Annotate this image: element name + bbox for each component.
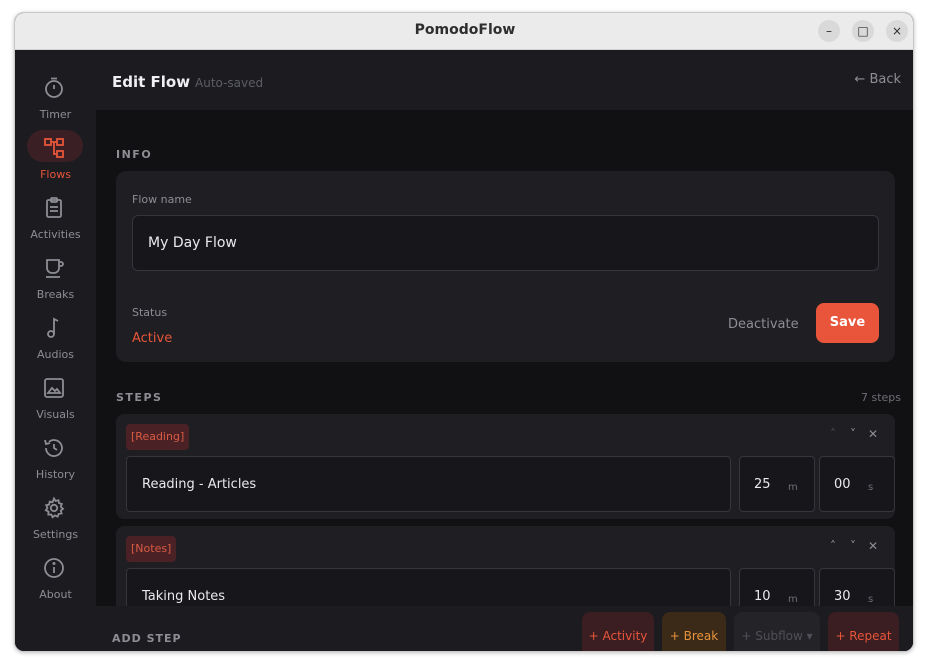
sidebar-item-visuals[interactable]: Visuals [15, 370, 96, 430]
sidebar-nav: Timer Flows Activities Breaks Audios Vis… [15, 50, 96, 651]
step-name-value: Reading - Articles [142, 477, 257, 492]
page-header: Edit Flow Auto-saved ← Back [96, 50, 913, 110]
sidebar-item-timer[interactable]: Timer [15, 70, 96, 130]
flows-icon [44, 138, 64, 158]
steps-section-label: STEPS [116, 391, 163, 404]
move-up-button[interactable]: ˄ [823, 539, 843, 553]
sidebar-item-settings[interactable]: Settings [15, 490, 96, 550]
cup-icon [46, 259, 64, 278]
seconds-input[interactable]: 00 s [819, 456, 895, 512]
minutes-unit: m [788, 482, 798, 493]
sidebar-item-history[interactable]: History [15, 430, 96, 490]
sidebar-item-label: Breaks [36, 288, 75, 301]
info-section-label: INFO [116, 148, 153, 161]
remove-step-button[interactable]: ✕ [863, 539, 883, 553]
maximize-button[interactable]: □ [852, 20, 874, 42]
arrow-left-icon: ← [854, 72, 866, 87]
info-card: Flow name My Day Flow Status Active Deac… [116, 171, 895, 362]
sidebar-item-label: About [39, 588, 72, 601]
sidebar-item-activities[interactable]: Activities [15, 190, 96, 250]
window-title: PomodoFlow [414, 22, 516, 38]
flow-name-input[interactable]: My Day Flow [132, 215, 879, 271]
move-down-button[interactable]: ˅ [843, 539, 863, 553]
steps-count: 7 steps [860, 391, 901, 404]
history-icon [44, 439, 63, 457]
autosave-status: Auto-saved [195, 76, 264, 90]
minutes-unit: m [788, 594, 798, 605]
move-up-button[interactable]: ˄ [823, 427, 843, 441]
flow-name-value: My Day Flow [148, 235, 237, 251]
back-button[interactable]: ← Back [854, 72, 901, 87]
sidebar-item-about[interactable]: About [15, 550, 96, 610]
step-controls: ˄ ˅ ✕ [823, 427, 883, 441]
sidebar-item-label: Timer [39, 108, 72, 121]
page-title: Edit Flow [112, 73, 191, 91]
flow-name-label: Flow name [132, 193, 192, 206]
image-icon [44, 378, 64, 398]
timer-icon [45, 77, 63, 98]
seconds-value: 30 [834, 589, 851, 604]
back-label: Back [869, 72, 901, 87]
deactivate-button[interactable]: Deactivate [728, 317, 799, 332]
sidebar-item-label: Flows [40, 168, 71, 181]
sidebar-item-label: Activities [30, 228, 81, 241]
step-tag: [Reading] [126, 424, 190, 450]
sidebar-item-breaks[interactable]: Breaks [15, 250, 96, 310]
sidebar-item-label: Settings [32, 528, 79, 541]
main-panel: Edit Flow Auto-saved ← Back INFO Flow na… [96, 50, 913, 651]
seconds-unit: s [868, 594, 874, 605]
sidebar-item-label: Visuals [36, 408, 75, 421]
sidebar-item-label: History [35, 468, 76, 481]
move-down-button[interactable]: ˅ [843, 427, 863, 441]
info-icon [44, 558, 64, 578]
app-window: PomodoFlow – □ × Timer Flows Activities [14, 12, 914, 652]
add-break-button[interactable]: + Break [662, 612, 726, 651]
seconds-value: 00 [834, 477, 851, 492]
sidebar-item-label: Audios [37, 348, 74, 361]
add-step-label: ADD STEP [112, 632, 182, 645]
status-value: Active [132, 331, 173, 346]
add-repeat-button[interactable]: + Repeat [828, 612, 899, 651]
remove-step-button[interactable]: ✕ [863, 427, 883, 441]
minutes-value: 25 [754, 477, 771, 492]
minutes-value: 10 [754, 589, 771, 604]
minimize-button[interactable]: – [818, 20, 840, 42]
step-controls: ˄ ˅ ✕ [823, 539, 883, 553]
step-card: [Reading] ˄ ˅ ✕ Reading - Articles 25 m 00… [116, 414, 895, 519]
add-activity-button[interactable]: + Activity [582, 612, 654, 651]
seconds-unit: s [868, 482, 874, 493]
status-label: Status [132, 306, 168, 319]
save-button[interactable]: Save [816, 303, 879, 343]
gear-icon [44, 496, 65, 519]
add-subflow-button[interactable]: + Subflow ▾ [734, 612, 820, 651]
step-tag: [Notes] [126, 536, 177, 562]
sidebar-item-flows[interactable]: Flows [15, 130, 96, 190]
music-note-icon [47, 317, 59, 338]
close-window-button[interactable]: × [886, 20, 908, 42]
step-name-field[interactable]: Reading - Articles [126, 456, 731, 512]
step-name-value: Taking Notes [142, 589, 226, 604]
clipboard-icon [46, 197, 62, 218]
minutes-input[interactable]: 25 m [739, 456, 815, 512]
title-bar: PomodoFlow – □ × [15, 13, 913, 50]
sidebar-item-audios[interactable]: Audios [15, 310, 96, 370]
